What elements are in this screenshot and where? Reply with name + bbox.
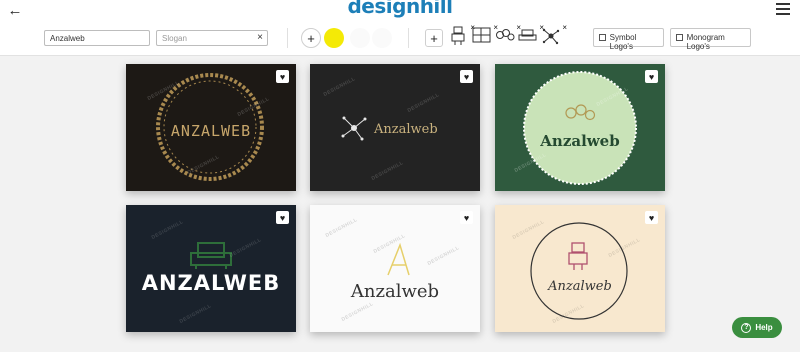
symbol-logos-label: Symbol Logo's [609, 33, 637, 51]
letter-a-graphic [387, 242, 410, 276]
help-label: Help [755, 323, 773, 332]
logo-card[interactable]: DESIGNHILL DESIGNHILL Anzalweb ♥ [495, 64, 665, 191]
monogram-logos-label: Monogram Logo's [686, 33, 725, 51]
checkbox-icon [599, 34, 606, 41]
logo-text: Anzalweb [548, 279, 612, 294]
company-name-value: Anzalweb [50, 34, 85, 43]
brand-accent: hill [419, 0, 453, 18]
heart-icon[interactable]: ♥ [645, 70, 658, 83]
heart-icon[interactable]: ♥ [276, 211, 289, 224]
add-symbol-button[interactable]: + [425, 29, 443, 47]
logo-card[interactable]: DESIGNHILL DESIGNHILL DESIGNHILL ANZALWE… [126, 64, 296, 191]
frame-icon[interactable]: × [472, 23, 498, 46]
logo-text: ANZALWEB [141, 271, 281, 295]
heart-icon[interactable]: ♥ [276, 70, 289, 83]
logo-text: Anzalweb [350, 281, 440, 302]
remove-symbol-icon[interactable]: × [562, 23, 567, 32]
add-color-button[interactable]: + [301, 28, 321, 48]
robot-circle-graphic [530, 222, 628, 320]
logo-text: Anzalweb [540, 132, 620, 150]
hamburger-menu-icon[interactable] [776, 3, 790, 15]
divider [408, 28, 409, 48]
network-icon[interactable]: × [541, 23, 567, 46]
heart-icon[interactable]: ♥ [645, 211, 658, 224]
heart-icon[interactable]: ♥ [460, 70, 473, 83]
top-header: ← designhill [0, 0, 800, 20]
badge-circle-graphic [523, 71, 637, 185]
logo-card[interactable]: DESIGNHILL DESIGNHILL DESIGNHILL DESIGNH… [310, 205, 480, 332]
logo-text: Anzalweb [374, 122, 438, 137]
robot-icon[interactable]: × [449, 23, 475, 46]
monogram-logos-filter[interactable]: Monogram Logo's [670, 28, 751, 51]
brand-main: design [347, 0, 420, 18]
sofa-icon[interactable]: × [518, 23, 544, 46]
add-color-label: + [307, 30, 315, 46]
color-swatch-empty[interactable] [372, 28, 392, 48]
heart-icon[interactable]: ♥ [460, 211, 473, 224]
logo-card[interactable]: DESIGNHILL DESIGNHILL DESIGNHILL ANZALWE… [126, 205, 296, 332]
help-icon: ? [741, 322, 752, 333]
help-button[interactable]: ? Help [732, 317, 782, 338]
color-swatch-yellow[interactable] [324, 28, 344, 48]
molecule-icon[interactable]: × [495, 23, 521, 46]
company-name-input[interactable]: Anzalweb [44, 30, 150, 46]
checkbox-icon [676, 34, 683, 41]
editor-toolbar: Anzalweb Slogan × + + × × × × × Symbol Lo… [0, 20, 800, 56]
furniture-symbol-graphic [190, 242, 232, 269]
color-swatch-empty[interactable] [350, 28, 370, 48]
logo-card[interactable]: DESIGNHILL DESIGNHILL DESIGNHILL Anzalwe… [495, 205, 665, 332]
slogan-placeholder: Slogan [162, 34, 187, 43]
clear-slogan-icon[interactable]: × [257, 32, 263, 43]
slogan-input[interactable]: Slogan × [156, 30, 268, 46]
logo-text: ANZALWEB [170, 122, 252, 140]
brand-logo[interactable]: designhill [0, 0, 800, 18]
symbol-logos-filter[interactable]: Symbol Logo's [593, 28, 664, 51]
divider [287, 28, 288, 48]
logo-card[interactable]: DESIGNHILL DESIGNHILL DESIGNHILL Anzalwe… [310, 64, 480, 191]
add-symbol-label: + [430, 30, 438, 46]
